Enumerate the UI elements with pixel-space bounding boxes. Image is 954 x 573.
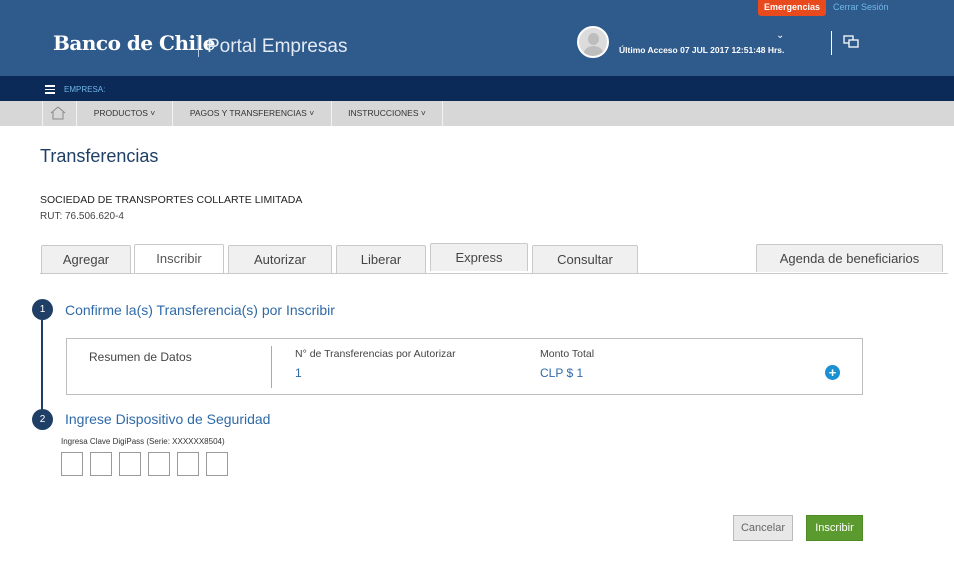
page-title: Transferencias — [40, 146, 159, 166]
summary-divider — [271, 346, 272, 388]
portal-name: Portal Empresas — [207, 36, 348, 57]
transfer-count-header: N° de Transferencias por Autorizar — [295, 348, 456, 360]
menu-pagos-transferencias[interactable]: PAGOS Y TRANSFERENCIAS ˅ — [172, 101, 331, 126]
step-connector — [41, 320, 43, 416]
logo-divider — [198, 35, 199, 57]
summary-label: Resumen de Datos — [89, 350, 192, 364]
menu-icon[interactable] — [45, 85, 55, 94]
step-2-badge: 2 — [32, 409, 53, 430]
empresa-label: EMPRESA: — [64, 85, 106, 94]
tab-agenda-beneficiarios[interactable]: Agenda de beneficiarios — [756, 244, 943, 272]
company-name: SOCIEDAD DE TRANSPORTES COLLARTE LIMITAD… — [40, 194, 303, 206]
tab-liberar[interactable]: Liberar — [336, 245, 426, 273]
tab-agregar[interactable]: Agregar — [41, 245, 131, 273]
user-avatar-icon[interactable] — [577, 26, 609, 58]
chat-icon[interactable] — [843, 35, 859, 49]
transfer-count-value: 1 — [295, 366, 302, 380]
digipass-label: Ingresa Clave DigiPass (Serie: XXXXXX850… — [61, 437, 225, 446]
logout-link[interactable]: Cerrar Sesión — [833, 2, 889, 12]
tab-autorizar[interactable]: Autorizar — [228, 245, 332, 273]
digipass-digit-6[interactable] — [206, 452, 228, 476]
step-1-badge: 1 — [32, 299, 53, 320]
company-bar — [0, 76, 954, 101]
tab-consultar[interactable]: Consultar — [532, 245, 638, 273]
digipass-digit-1[interactable] — [61, 452, 83, 476]
plus-icon[interactable]: + — [825, 365, 840, 380]
menu-productos[interactable]: PRODUCTOS ˅ — [76, 101, 172, 126]
digipass-digit-3[interactable] — [119, 452, 141, 476]
tabs-divider — [40, 273, 948, 274]
menu-instrucciones[interactable]: INSTRUCCIONES ˅ — [331, 101, 443, 126]
home-icon[interactable] — [50, 106, 66, 120]
digipass-digit-4[interactable] — [148, 452, 170, 476]
total-amount-header: Monto Total — [540, 348, 595, 360]
total-amount-value: CLP $ 1 — [540, 366, 584, 380]
company-rut: RUT: 76.506.620-4 — [40, 211, 124, 222]
emergency-button[interactable]: Emergencias — [758, 0, 826, 16]
tab-inscribir[interactable]: Inscribir — [134, 244, 224, 274]
digipass-digit-2[interactable] — [90, 452, 112, 476]
tab-express[interactable]: Express — [430, 243, 528, 271]
step-1-title: Confirme la(s) Transferencia(s) por Insc… — [65, 302, 335, 318]
header-divider — [831, 31, 832, 55]
cancel-button[interactable]: Cancelar — [733, 515, 793, 541]
summary-panel — [66, 338, 863, 395]
last-access-text: Último Acceso 07 JUL 2017 12:51:48 Hrs. — [619, 45, 785, 55]
inscribir-button[interactable]: Inscribir — [806, 515, 863, 541]
step-2-title: Ingrese Dispositivo de Seguridad — [65, 411, 271, 427]
chevron-down-icon[interactable]: ⌄ — [776, 30, 784, 41]
bank-logo[interactable]: Banco de Chile — [53, 31, 215, 55]
digipass-digit-5[interactable] — [177, 452, 199, 476]
